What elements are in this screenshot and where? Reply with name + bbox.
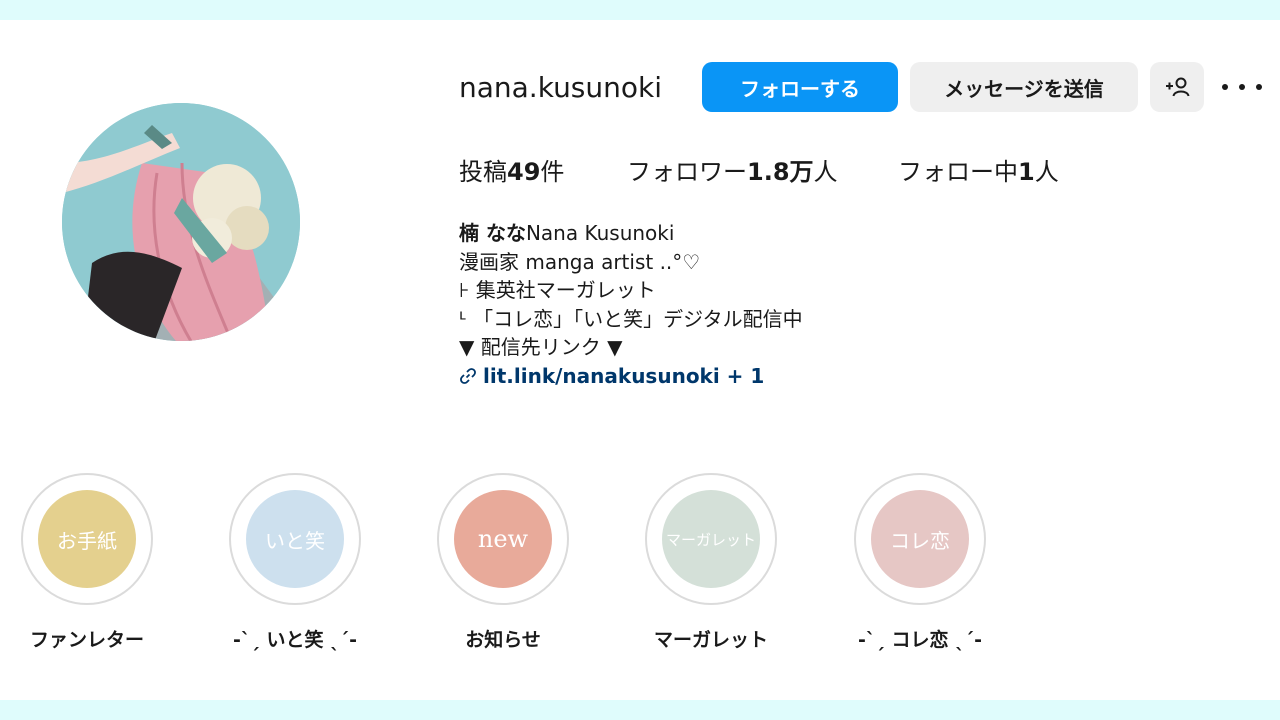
- bio-line: ▼ 配信先リンク ▼: [459, 335, 623, 359]
- highlight-cover: お手紙: [38, 490, 136, 588]
- highlight-cover: new: [454, 490, 552, 588]
- story-highlight[interactable]: new お知らせ: [437, 473, 569, 652]
- profile-page: nana.kusunoki フォローする メッセージを送信 投稿49件 フォロワ…: [0, 20, 1280, 700]
- bio-link[interactable]: lit.link/nanakusunoki + 1: [459, 362, 803, 391]
- highlight-label: お知らせ: [465, 629, 541, 651]
- send-message-button[interactable]: メッセージを送信: [910, 62, 1138, 112]
- highlight-cover: マーガレット: [662, 490, 760, 588]
- bio-name: 楠 ななNana Kusunoki: [459, 221, 675, 245]
- highlight-label: ファンレター: [29, 629, 144, 651]
- more-options-button[interactable]: [1222, 74, 1262, 100]
- avatar-illustration: [62, 103, 300, 341]
- following-count[interactable]: フォロー中1人: [898, 157, 1059, 187]
- profile-avatar[interactable]: [62, 103, 300, 341]
- profile-username: nana.kusunoki: [459, 71, 663, 104]
- posts-count: 投稿49件: [459, 158, 565, 186]
- follow-button[interactable]: フォローする: [702, 62, 898, 112]
- highlight-label: マーガレット: [653, 629, 768, 651]
- suggest-user-button[interactable]: [1150, 62, 1204, 112]
- bio-line: 漫画家 manga artist ..°♡: [459, 249, 701, 274]
- bio-line: ᒻ 「コレ恋」「いと笑」デジタル配信中: [459, 306, 803, 331]
- story-highlight[interactable]: マーガレット マーガレット: [645, 473, 777, 652]
- followers-count[interactable]: フォロワー1.8万人: [627, 157, 838, 187]
- link-icon: [460, 367, 476, 384]
- story-highlight[interactable]: お手紙 ファンレター: [21, 473, 153, 652]
- highlight-label: -ˋˏ いと笑 ˎˊ-: [232, 629, 357, 651]
- more-icon: [1222, 84, 1262, 90]
- highlight-cover: コレ恋: [871, 490, 969, 588]
- story-highlight[interactable]: コレ恋 -ˋˏ コレ恋 ˎˊ-: [854, 473, 986, 652]
- highlight-label: -ˋˏ コレ恋 ˎˊ-: [857, 629, 982, 651]
- add-user-icon: [1166, 77, 1190, 97]
- profile-bio: 楠 ななNana Kusunoki 漫画家 manga artist ..°♡ …: [459, 219, 803, 390]
- story-highlight[interactable]: いと笑 -ˋˏ いと笑 ˎˊ-: [229, 473, 361, 652]
- bio-line: ⊦ 集英社マーガレット: [459, 278, 656, 302]
- highlight-cover: いと笑: [246, 490, 344, 588]
